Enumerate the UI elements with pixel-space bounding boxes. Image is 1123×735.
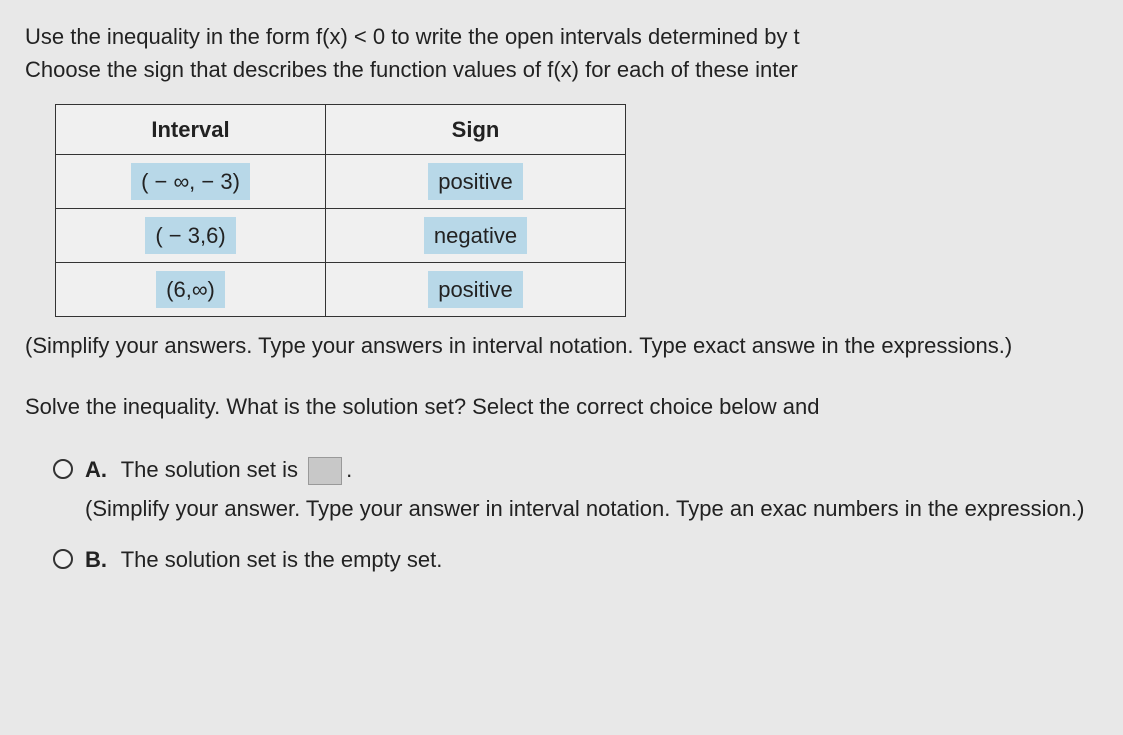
prompt-line-2: Choose the sign that describes the funct… — [25, 57, 798, 82]
table-row: (6,∞) positive — [56, 263, 626, 317]
radio-choice-b[interactable] — [53, 549, 73, 569]
choice-b-row: B. The solution set is the empty set. — [53, 543, 1123, 576]
problem-prompt: Use the inequality in the form f(x) < 0 … — [25, 20, 1123, 86]
interval-sign-table: Interval Sign ( − ∞, − 3) positive ( − 3… — [55, 104, 626, 317]
choice-a-text-before: The solution set is — [121, 457, 298, 482]
answer-input-box[interactable] — [308, 457, 342, 485]
interval-value[interactable]: ( − ∞, − 3) — [131, 163, 250, 200]
interval-value[interactable]: ( − 3,6) — [145, 217, 235, 254]
header-sign: Sign — [326, 105, 626, 155]
choice-a-row: A. The solution set is . (Simplify your … — [53, 453, 1123, 525]
prompt-line-1: Use the inequality in the form f(x) < 0 … — [25, 24, 800, 49]
interval-value[interactable]: (6,∞) — [156, 271, 225, 308]
radio-choice-a[interactable] — [53, 459, 73, 479]
solve-question: Solve the inequality. What is the soluti… — [25, 390, 1123, 423]
sign-value[interactable]: negative — [424, 217, 527, 254]
sign-value[interactable]: positive — [428, 271, 523, 308]
choice-a-subtext: (Simplify your answer. Type your answer … — [85, 492, 1123, 525]
choice-b-label: B. — [85, 547, 107, 572]
sign-value[interactable]: positive — [428, 163, 523, 200]
header-interval: Interval — [56, 105, 326, 155]
table-row: ( − 3,6) negative — [56, 209, 626, 263]
choice-a-label: A. — [85, 457, 107, 482]
choice-b-text: The solution set is the empty set. — [121, 547, 443, 572]
table-instruction: (Simplify your answers. Type your answer… — [25, 329, 1123, 362]
choice-a-text-after: . — [346, 457, 352, 482]
table-row: ( − ∞, − 3) positive — [56, 155, 626, 209]
